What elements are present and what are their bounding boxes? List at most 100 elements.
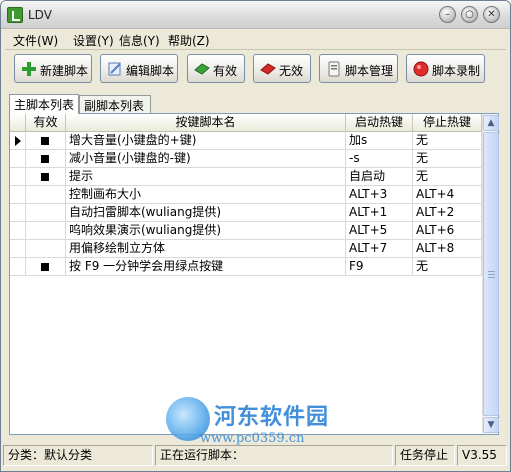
table-row[interactable]: 按 F9 一分钟学会用绿点按键 F9 无 bbox=[10, 258, 482, 276]
menu-bar: 文件(W) 设置(Y) 信息(Y) 帮助(Z) bbox=[1, 30, 510, 48]
new-script-label: 新建脚本 bbox=[40, 64, 89, 78]
stop-hotkey-cell: 无 bbox=[413, 258, 482, 276]
table-row[interactable]: 增大音量(小键盘的+键) 加s 无 bbox=[10, 132, 482, 150]
start-hotkey-cell: ALT+3 bbox=[346, 186, 413, 204]
menu-settings[interactable]: 设置(Y) bbox=[73, 32, 114, 49]
new-script-button[interactable]: 新建脚本 bbox=[14, 54, 92, 83]
script-name-cell: 用偏移绘制立方体 bbox=[66, 240, 346, 258]
enabled-mark-icon bbox=[41, 173, 49, 181]
vertical-scrollbar[interactable]: ▲ ▼ bbox=[482, 114, 499, 434]
script-manage-icon bbox=[328, 61, 340, 77]
scroll-grip bbox=[488, 277, 495, 278]
start-hotkey-cell: ALT+7 bbox=[346, 240, 413, 258]
enabled-cell[interactable] bbox=[26, 132, 66, 150]
scroll-up-button[interactable]: ▲ bbox=[483, 115, 499, 131]
minimize-button[interactable]: – bbox=[439, 6, 456, 23]
toolbar-divider bbox=[5, 49, 506, 50]
row-indicator bbox=[10, 186, 26, 204]
chevron-down-icon: ▼ bbox=[487, 420, 495, 430]
enabled-cell[interactable] bbox=[26, 150, 66, 168]
header-start-hotkey[interactable]: 启动热键 bbox=[346, 114, 413, 132]
enabled-cell[interactable] bbox=[26, 222, 66, 240]
header-enabled[interactable]: 有效 bbox=[26, 114, 66, 132]
edit-script-label: 编辑脚本 bbox=[126, 64, 175, 78]
minimize-icon: – bbox=[445, 9, 450, 20]
app-logo-icon bbox=[7, 7, 23, 23]
edit-icon bbox=[108, 62, 121, 76]
status-bar: 分类：默认分类 正在运行脚本： 任务停止 V3.55 bbox=[1, 443, 510, 469]
menu-info[interactable]: 信息(Y) bbox=[119, 32, 160, 49]
start-hotkey-cell: ALT+5 bbox=[346, 222, 413, 240]
enabled-cell[interactable] bbox=[26, 168, 66, 186]
menu-file[interactable]: 文件(W) bbox=[13, 32, 58, 49]
maximize-button[interactable]: ○ bbox=[461, 6, 478, 23]
row-indicator bbox=[10, 222, 26, 240]
status-running: 正在运行脚本： bbox=[155, 445, 393, 466]
title-bar: LDV – ○ ✕ bbox=[1, 1, 510, 29]
scroll-grip bbox=[488, 274, 495, 275]
header-indicator bbox=[10, 114, 26, 132]
enabled-cell[interactable] bbox=[26, 258, 66, 276]
header-script-name[interactable]: 按键脚本名 bbox=[66, 114, 346, 132]
table-row[interactable]: 减小音量(小键盘的-键) -s 无 bbox=[10, 150, 482, 168]
enable-icon bbox=[194, 63, 210, 75]
table-header: 有效 按键脚本名 启动热键 停止热键 bbox=[10, 114, 482, 132]
row-indicator bbox=[10, 150, 26, 168]
script-record-label: 脚本录制 bbox=[432, 64, 481, 78]
status-category: 分类：默认分类 bbox=[3, 445, 153, 466]
start-hotkey-cell: ALT+1 bbox=[346, 204, 413, 222]
table-row[interactable]: 提示 自启动无 bbox=[10, 168, 482, 186]
enabled-cell[interactable] bbox=[26, 204, 66, 222]
enabled-cell[interactable] bbox=[26, 240, 66, 258]
window-title: LDV bbox=[28, 8, 52, 22]
script-name-cell: 自动扫雷脚本(wuliang提供) bbox=[66, 204, 346, 222]
script-table: 有效 按键脚本名 启动热键 停止热键 增大音量(小键盘的+键) 加s 无减小音量(小… bbox=[9, 113, 499, 435]
enabled-cell[interactable] bbox=[26, 186, 66, 204]
row-indicator bbox=[10, 258, 26, 276]
script-manage-label: 脚本管理 bbox=[345, 64, 394, 78]
start-hotkey-cell: F9 bbox=[346, 258, 413, 276]
table-row[interactable]: 控制画布大小 ALT+3 ALT+4 bbox=[10, 186, 482, 204]
script-name-cell: 按 F9 一分钟学会用绿点按键 bbox=[66, 258, 346, 276]
current-row-arrow-icon bbox=[10, 132, 26, 150]
stop-hotkey-cell: 无 bbox=[413, 168, 482, 186]
row-indicator bbox=[10, 240, 26, 258]
stop-hotkey-cell: ALT+4 bbox=[413, 186, 482, 204]
enabled-mark-icon bbox=[41, 263, 49, 271]
stop-hotkey-cell: ALT+2 bbox=[413, 204, 482, 222]
script-name-cell: 提示 bbox=[66, 168, 346, 186]
scroll-grip bbox=[488, 271, 495, 272]
script-name-cell: 增大音量(小键盘的+键) bbox=[66, 132, 346, 150]
script-manage-button[interactable]: 脚本管理 bbox=[319, 54, 398, 83]
enabled-mark-icon bbox=[41, 155, 49, 163]
stop-hotkey-cell: ALT+6 bbox=[413, 222, 482, 240]
stop-hotkey-cell: 无 bbox=[413, 132, 482, 150]
stop-hotkey-cell: ALT+8 bbox=[413, 240, 482, 258]
start-hotkey-cell: 加s bbox=[346, 132, 413, 150]
scroll-thumb[interactable] bbox=[483, 132, 499, 416]
script-name-cell: 控制画布大小 bbox=[66, 186, 346, 204]
edit-script-button[interactable]: 编辑脚本 bbox=[100, 54, 178, 83]
tab-main-scripts[interactable]: 主脚本列表 bbox=[9, 94, 79, 114]
disable-button[interactable]: 无效 bbox=[253, 54, 311, 83]
script-record-button[interactable]: 脚本录制 bbox=[406, 54, 485, 83]
row-indicator bbox=[10, 204, 26, 222]
script-name-cell: 减小音量(小键盘的-键) bbox=[66, 150, 346, 168]
plus-icon bbox=[22, 62, 36, 76]
start-hotkey-cell: 自启动 bbox=[346, 168, 413, 186]
tab-sub-scripts[interactable]: 副脚本列表 bbox=[79, 95, 151, 113]
table-row[interactable]: 自动扫雷脚本(wuliang提供) ALT+1 ALT+2 bbox=[10, 204, 482, 222]
maximize-icon: ○ bbox=[465, 9, 474, 20]
close-button[interactable]: ✕ bbox=[483, 6, 500, 23]
scroll-down-button[interactable]: ▼ bbox=[483, 417, 499, 433]
start-hotkey-cell: -s bbox=[346, 150, 413, 168]
record-icon bbox=[413, 61, 429, 77]
app-window: LDV – ○ ✕ 文件(W) 设置(Y) 信息(Y) 帮助(Z) 新建脚本 编… bbox=[0, 0, 511, 472]
table-row[interactable]: 用偏移绘制立方体 ALT+7 ALT+8 bbox=[10, 240, 482, 258]
disable-icon bbox=[260, 63, 276, 75]
header-stop-hotkey[interactable]: 停止热键 bbox=[413, 114, 482, 132]
menu-help[interactable]: 帮助(Z) bbox=[168, 32, 210, 49]
enable-button[interactable]: 有效 bbox=[187, 54, 245, 83]
enable-label: 有效 bbox=[213, 64, 238, 78]
table-row[interactable]: 呜响效果演示(wuliang提供) ALT+5 ALT+6 bbox=[10, 222, 482, 240]
